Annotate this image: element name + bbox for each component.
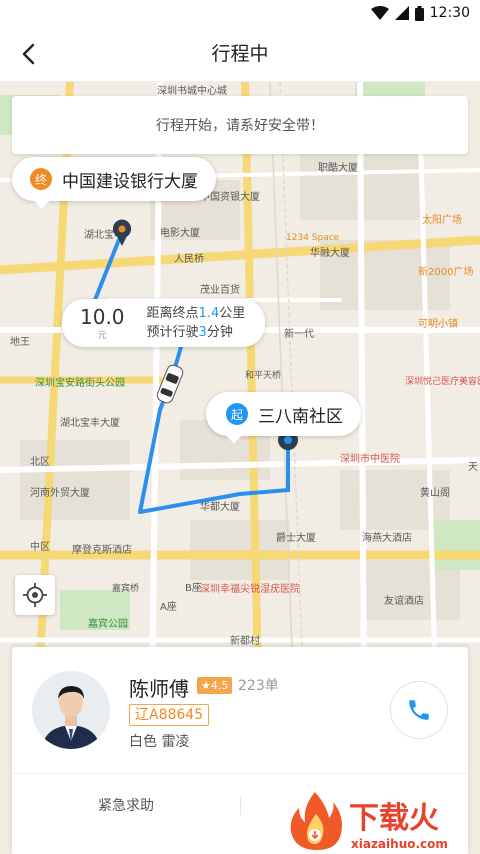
locate-crosshair-icon: [23, 583, 47, 607]
distance-value: 1.4: [198, 306, 220, 321]
nav-bar: 行程中: [0, 26, 480, 82]
map-label: 华都大厦: [200, 500, 240, 513]
map-label: 友谊酒店: [384, 594, 424, 607]
map-label: 深圳悦己医疗美容医院: [405, 375, 480, 387]
status-bar: 12:30: [0, 0, 480, 26]
destination-tag-icon: 终: [30, 168, 52, 190]
map-label: 北区: [30, 456, 50, 468]
map-label: 爵士大厦: [276, 531, 316, 544]
map-label: 职酷大厦: [318, 161, 358, 174]
map-label: 河南外贸大厦: [30, 486, 90, 499]
origin-name: 三八南社区: [258, 406, 343, 427]
trip-notice-banner: 行程开始，请系好安全带！: [12, 96, 468, 154]
map-label: 深圳宝安路街头公园: [35, 376, 125, 389]
map-label: 1234 Space: [286, 233, 340, 243]
destination-name: 中国建设银行大厦: [62, 171, 198, 192]
origin-bubble: 起 三八南社区: [206, 392, 361, 436]
watermark-logo: 下载火 xiazaihuo.com: [290, 792, 448, 851]
distance-line: 距离终点1.4公里: [146, 306, 246, 321]
driver-rating-badge: ★4.5: [197, 677, 233, 694]
driver-name: 陈师傅: [129, 677, 189, 701]
map-label: 湖北宝丰大厦: [60, 416, 120, 429]
action-divider: [240, 797, 241, 815]
map-label: 深圳市中医院: [340, 452, 400, 465]
map-label: 嘉宾公园: [88, 617, 128, 630]
map-label: 新一代: [284, 327, 314, 340]
eta-line: 预计行驶3分钟: [146, 325, 233, 340]
destination-bubble: 终 中国建设银行大厦: [12, 157, 216, 201]
driver-avatar: [32, 671, 110, 749]
locate-button[interactable]: [15, 575, 55, 615]
eta-value: 3: [198, 325, 207, 340]
battery-icon: [414, 5, 424, 21]
flame-icon: [290, 792, 342, 850]
emergency-help-label: 紧急求助: [98, 798, 154, 814]
map-label: 新都村: [230, 634, 260, 647]
origin-tag-icon: 起: [226, 403, 248, 425]
map-label: 新2000广场: [418, 265, 473, 278]
phone-icon: [409, 700, 429, 720]
map-label: 嘉宾桥: [112, 582, 139, 594]
page-title: 行程中: [211, 43, 269, 65]
driver-order-count: 223单: [238, 678, 279, 694]
map-label: 黄山阁: [420, 486, 450, 499]
map-label: 天: [468, 462, 478, 473]
car-description: 白色 雷凌: [129, 734, 190, 750]
fare-bubble: 10.0 元 距离终点1.4公里 预计行驶3分钟: [62, 299, 266, 347]
map-label: 中区: [30, 540, 50, 553]
trip-notice-text: 行程开始，请系好安全带！: [156, 118, 324, 134]
status-time: 12:30: [429, 5, 470, 21]
map-label: 华融大厦: [310, 246, 350, 259]
trip-progress: 距离终点1.4公里 预计行驶3分钟: [147, 304, 246, 342]
map-label: 人民桥: [174, 253, 204, 265]
license-plate: 辽A88645: [129, 704, 210, 726]
map-label: 电影大厦: [160, 226, 200, 239]
fare-unit: 元: [97, 330, 107, 341]
fare-amount: 10.0: [80, 304, 125, 329]
watermark-domain: xiazaihuo.com: [351, 837, 448, 851]
fare-box: 10.0 元: [80, 306, 125, 341]
driver-portrait-icon: [32, 671, 110, 749]
map-label: A座: [160, 600, 177, 613]
emergency-help-button[interactable]: 紧急求助: [12, 774, 240, 836]
cell-signal-icon: [394, 6, 409, 20]
map-label: 海燕大酒店: [362, 531, 412, 544]
map-label: 和平天桥: [245, 369, 281, 381]
map-label: 深圳幸福尖锐湿疣医院: [200, 582, 300, 595]
map-label: 可明小镇: [418, 317, 458, 330]
map-label: 茂业百货: [200, 283, 240, 296]
call-driver-button[interactable]: [390, 681, 448, 739]
map-label: 地王: [10, 335, 30, 348]
watermark-brand: 下载火: [349, 801, 439, 836]
map-label: 太阳广场: [422, 213, 462, 226]
wifi-icon: [370, 6, 389, 20]
map-label: 摩登克斯酒店: [72, 543, 132, 556]
